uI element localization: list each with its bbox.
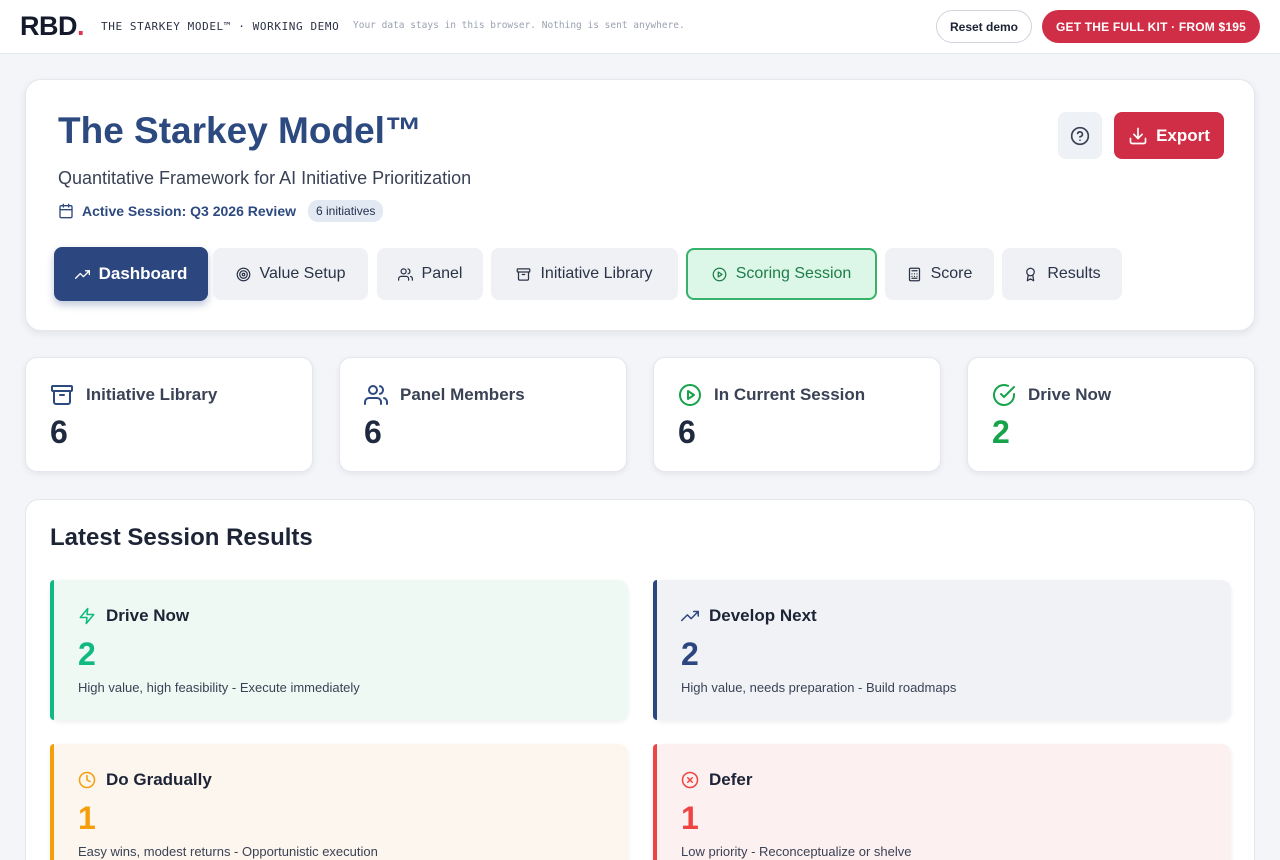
x-circle-icon	[681, 771, 699, 789]
accent-bar	[50, 580, 54, 720]
stat-value: 6	[364, 414, 382, 450]
category-defer[interactable]: Defer 1 Low priority - Reconceptualize o…	[653, 744, 1231, 860]
category-description: Low priority - Reconceptualize or shelve	[681, 844, 912, 859]
stat-initiative-library: Initiative Library 6	[25, 357, 313, 472]
category-label: Develop Next	[709, 606, 817, 625]
tab-results[interactable]: Results	[1002, 248, 1122, 300]
category-description: High value, high feasibility - Execute i…	[78, 680, 360, 695]
initiative-count-badge: 6 initiatives	[308, 200, 384, 222]
get-full-kit-button[interactable]: GET THE FULL KIT · FROM $195	[1042, 10, 1260, 43]
page-title: The Starkey Model™	[58, 110, 422, 151]
stat-label: Drive Now	[1028, 385, 1112, 404]
stat-in-current-session: In Current Session 6	[653, 357, 941, 472]
category-description: Easy wins, modest returns - Opportunisti…	[78, 844, 378, 859]
calendar-icon	[59, 203, 73, 219]
export-label: Export	[1156, 125, 1210, 145]
tab-panel[interactable]: Panel	[377, 248, 483, 300]
tab-score[interactable]: Score	[885, 248, 994, 300]
play-circle-icon	[679, 384, 701, 406]
category-develop-next[interactable]: Develop Next 2 High value, needs prepara…	[653, 580, 1231, 720]
play-circle-icon	[712, 267, 727, 281]
award-icon	[1026, 267, 1036, 281]
trending-up-icon	[681, 610, 699, 622]
check-circle-icon	[993, 384, 1015, 406]
stat-value: 2	[992, 414, 1010, 450]
tab-scoring-session[interactable]: Scoring Session	[686, 248, 877, 300]
stat-label: Initiative Library	[86, 385, 218, 404]
category-count: 2	[681, 636, 699, 672]
users-icon	[364, 385, 388, 405]
category-do-gradually[interactable]: Do Gradually 1 Easy wins, modest returns…	[50, 744, 628, 860]
help-button[interactable]	[1058, 112, 1102, 159]
section-title: Latest Session Results	[50, 524, 313, 551]
category-description: High value, needs preparation - Build ro…	[681, 680, 957, 695]
category-count: 1	[78, 800, 96, 836]
reset-demo-button[interactable]: Reset demo	[936, 10, 1032, 43]
accent-bar	[50, 744, 54, 860]
top-bar: RBD. THE STARKEY MODEL™ · WORKING DEMO Y…	[0, 0, 1280, 54]
archive-icon	[517, 267, 531, 281]
product-label: THE STARKEY MODEL™ · WORKING DEMO	[101, 20, 340, 33]
users-icon	[397, 267, 413, 281]
header-card: The Starkey Model™ Quantitative Framewor…	[25, 79, 1255, 331]
stat-panel-members: Panel Members 6	[339, 357, 627, 472]
accent-bar	[653, 580, 657, 720]
download-icon	[1129, 127, 1147, 144]
stat-label: In Current Session	[714, 385, 866, 404]
stat-label: Panel Members	[400, 385, 525, 404]
stat-value: 6	[50, 414, 68, 450]
page-subtitle: Quantitative Framework for AI Initiative…	[58, 168, 472, 188]
category-count: 2	[78, 636, 96, 672]
stat-drive-now: Drive Now 2	[967, 357, 1255, 472]
tab-dashboard[interactable]: Dashboard	[54, 247, 208, 301]
zap-icon	[79, 607, 95, 625]
tab-value-setup[interactable]: Value Setup	[213, 248, 368, 300]
category-count: 1	[681, 800, 699, 836]
category-label: Do Gradually	[106, 770, 212, 789]
clock-icon	[78, 771, 96, 789]
tab-initiative-library[interactable]: Initiative Library	[491, 248, 678, 300]
trending-up-icon	[74, 269, 90, 279]
active-session: Active Session: Q3 2026 Review 6 initiat…	[58, 200, 384, 222]
help-icon	[1070, 126, 1090, 145]
privacy-note: Your data stays in this browser. Nothing…	[353, 20, 685, 31]
category-drive-now[interactable]: Drive Now 2 High value, high feasibility…	[50, 580, 628, 720]
stat-value: 6	[678, 414, 696, 450]
calculator-icon	[908, 267, 920, 281]
target-icon	[236, 267, 250, 281]
category-label: Drive Now	[106, 606, 190, 625]
export-button[interactable]: Export	[1114, 112, 1224, 159]
logo[interactable]: RBD.	[20, 11, 85, 42]
session-label: Active Session: Q3 2026 Review	[82, 203, 296, 219]
category-label: Defer	[709, 770, 753, 789]
archive-icon	[51, 385, 73, 405]
accent-bar	[653, 744, 657, 860]
latest-session-results: Latest Session Results Drive Now 2 High …	[25, 499, 1255, 860]
